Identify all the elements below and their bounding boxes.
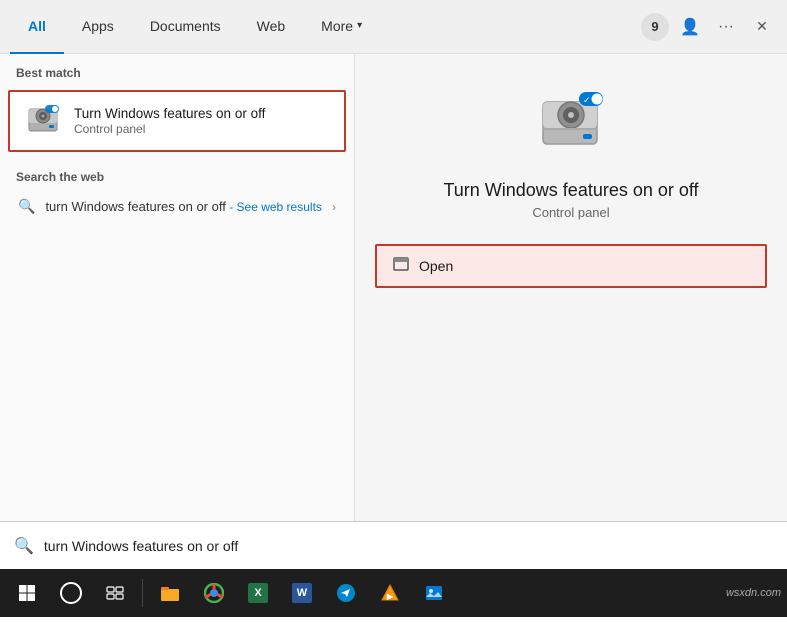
close-icon: ✕ bbox=[756, 18, 768, 35]
tab-apps[interactable]: Apps bbox=[64, 0, 132, 54]
nav-right-actions: 9 👤 ··· ✕ bbox=[641, 12, 777, 42]
result-detail-title: Turn Windows features on or off bbox=[443, 180, 698, 201]
taskbar: X W ▶ wsxdn.com bbox=[0, 569, 787, 617]
tab-web-label: Web bbox=[257, 18, 286, 34]
telegram-icon bbox=[336, 583, 356, 603]
best-match-title: Turn Windows features on or off bbox=[74, 106, 330, 121]
left-results-panel: Best match Turn Windows bbox=[0, 54, 355, 521]
more-options-button[interactable]: ··· bbox=[711, 12, 741, 42]
cortana-button[interactable] bbox=[50, 572, 92, 614]
tab-more-label: More bbox=[321, 18, 353, 34]
badge-count: 9 bbox=[651, 19, 658, 34]
web-search-result-item[interactable]: 🔍 turn Windows features on or off - See … bbox=[4, 190, 350, 223]
result-detail-subtitle: Control panel bbox=[532, 205, 609, 220]
chrome-icon bbox=[204, 583, 224, 603]
web-search-suffix: - See web results bbox=[226, 200, 322, 214]
svg-text:▶: ▶ bbox=[386, 592, 394, 601]
close-button[interactable]: ✕ bbox=[747, 12, 777, 42]
watermark: wsxdn.com bbox=[726, 587, 781, 599]
taskbar-separator bbox=[142, 579, 143, 607]
file-explorer-button[interactable] bbox=[149, 572, 191, 614]
cortana-icon bbox=[60, 582, 82, 604]
web-search-text: turn Windows features on or off - See we… bbox=[45, 199, 322, 214]
svg-text:✓: ✓ bbox=[583, 95, 591, 105]
task-view-icon bbox=[106, 586, 124, 600]
chevron-right-icon: › bbox=[332, 200, 336, 214]
notification-badge[interactable]: 9 bbox=[641, 13, 669, 41]
windows-features-icon bbox=[25, 103, 61, 139]
tab-apps-label: Apps bbox=[82, 18, 114, 34]
chrome-button[interactable] bbox=[193, 572, 235, 614]
top-nav-bar: All Apps Documents Web More ▾ 9 👤 ··· ✕ bbox=[0, 0, 787, 54]
best-match-subtitle: Control panel bbox=[74, 122, 330, 136]
ellipsis-icon: ··· bbox=[718, 18, 734, 36]
best-match-label: Best match bbox=[0, 54, 354, 86]
action-buttons-row: Open bbox=[375, 244, 767, 288]
right-detail-panel: ✓ Turn Windows features on or off Contro… bbox=[355, 54, 787, 521]
vlc-button[interactable]: ▶ bbox=[369, 572, 411, 614]
search-bar-icon: 🔍 bbox=[14, 536, 34, 556]
tab-documents[interactable]: Documents bbox=[132, 0, 239, 54]
photos-button[interactable] bbox=[413, 572, 455, 614]
tab-more[interactable]: More ▾ bbox=[303, 0, 380, 54]
telegram-button[interactable] bbox=[325, 572, 367, 614]
taskbar-right-area: wsxdn.com bbox=[718, 587, 781, 599]
search-icon: 🔍 bbox=[18, 198, 35, 215]
tab-all-label: All bbox=[28, 18, 46, 34]
web-search-query: turn Windows features on or off bbox=[45, 199, 225, 214]
best-match-result-item[interactable]: Turn Windows features on or off Control … bbox=[8, 90, 346, 152]
start-button[interactable] bbox=[6, 572, 48, 614]
tab-web[interactable]: Web bbox=[239, 0, 304, 54]
person-icon: 👤 bbox=[680, 17, 700, 37]
task-view-button[interactable] bbox=[94, 572, 136, 614]
vlc-icon: ▶ bbox=[380, 583, 400, 603]
open-button-label: Open bbox=[419, 258, 453, 274]
word-button[interactable]: W bbox=[281, 572, 323, 614]
tab-all[interactable]: All bbox=[10, 0, 64, 54]
result-icon bbox=[24, 102, 62, 140]
windows-logo-icon bbox=[18, 584, 36, 602]
main-content-area: Best match Turn Windows bbox=[0, 54, 787, 521]
web-search-label: Search the web bbox=[0, 156, 354, 190]
word-icon: W bbox=[292, 583, 312, 603]
result-large-icon: ✓ bbox=[531, 84, 611, 164]
photos-icon bbox=[424, 584, 444, 602]
chevron-down-icon: ▾ bbox=[357, 20, 362, 31]
open-button-icon bbox=[393, 257, 409, 275]
tab-documents-label: Documents bbox=[150, 18, 221, 34]
best-match-text-block: Turn Windows features on or off Control … bbox=[74, 106, 330, 136]
search-input[interactable] bbox=[44, 538, 773, 554]
search-bar: 🔍 bbox=[0, 521, 787, 569]
file-explorer-icon bbox=[160, 584, 180, 602]
account-icon-button[interactable]: 👤 bbox=[675, 12, 705, 42]
open-button[interactable]: Open bbox=[375, 244, 767, 288]
excel-icon: X bbox=[248, 583, 268, 603]
excel-button[interactable]: X bbox=[237, 572, 279, 614]
windows-features-large-icon: ✓ bbox=[535, 88, 607, 160]
